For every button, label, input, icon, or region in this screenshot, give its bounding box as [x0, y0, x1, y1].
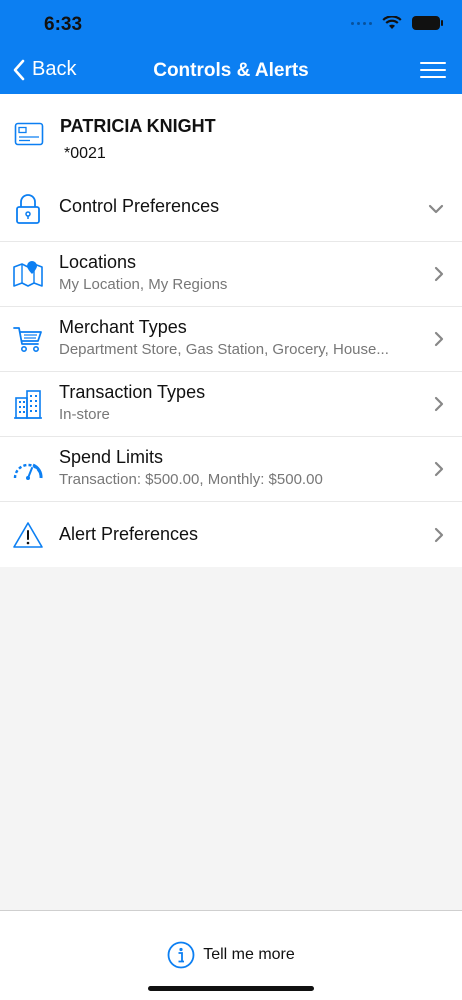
alert-preferences-row[interactable]: Alert Preferences: [0, 502, 462, 567]
chevron-right-icon: [434, 396, 444, 412]
menu-button[interactable]: [420, 60, 448, 80]
status-time: 6:33: [44, 14, 83, 35]
tell-me-more-button[interactable]: Tell me more: [0, 941, 462, 969]
gauge-icon: [13, 463, 43, 480]
locations-title: Locations: [59, 252, 137, 272]
spend-limits-subtitle: Transaction: $500.00, Monthly: $500.00: [59, 471, 323, 488]
map-pin-icon: [13, 261, 43, 287]
locations-subtitle: My Location, My Regions: [59, 276, 228, 293]
alert-preferences-title: Alert Preferences: [59, 524, 199, 544]
tell-me-more-label: Tell me more: [203, 946, 295, 963]
chevron-right-icon: [434, 527, 444, 542]
credit-card-icon: [14, 122, 44, 146]
chevron-right-icon: [434, 331, 444, 347]
main-content: PATRICIA KNIGHT *0021 Control Preference…: [0, 94, 462, 567]
cart-icon: [13, 327, 42, 352]
status-icons: [351, 16, 443, 30]
top-bar: 6:33 Back Controls & Alerts: [0, 0, 462, 94]
merchant-types-row[interactable]: Merchant Types Department Store, Gas Sta…: [0, 307, 462, 372]
signal-icon: [351, 21, 372, 25]
spend-limits-title: Spend Limits: [59, 447, 164, 467]
battery-icon: [412, 16, 443, 30]
spend-limits-row[interactable]: Spend Limits Transaction: $500.00, Month…: [0, 437, 462, 502]
control-preferences-row[interactable]: Control Preferences: [0, 176, 462, 242]
merchant-types-title: Merchant Types: [59, 317, 187, 337]
chevron-right-icon: [434, 266, 444, 282]
wifi-icon: [382, 16, 402, 29]
merchant-types-subtitle: Department Store, Gas Station, Grocery, …: [59, 341, 389, 358]
transaction-types-subtitle: In-store: [59, 406, 110, 423]
lock-icon: [16, 193, 40, 224]
card-number: *0021: [64, 145, 106, 162]
chevron-down-icon: [428, 204, 444, 213]
warning-icon: [13, 521, 43, 548]
page-title: Controls & Alerts: [153, 60, 309, 81]
card-summary: PATRICIA KNIGHT *0021: [0, 94, 462, 176]
transaction-types-row[interactable]: Transaction Types In-store: [0, 372, 462, 437]
transaction-types-title: Transaction Types: [59, 382, 206, 402]
chevron-right-icon: [434, 461, 444, 477]
footer-bar: Tell me more: [0, 910, 462, 1000]
building-icon: [14, 390, 42, 419]
info-icon: [167, 941, 195, 969]
control-preferences-title: Control Preferences: [59, 196, 220, 216]
home-indicator: [148, 986, 314, 991]
locations-row[interactable]: Locations My Location, My Regions: [0, 242, 462, 307]
card-holder-name: PATRICIA KNIGHT: [60, 116, 216, 136]
